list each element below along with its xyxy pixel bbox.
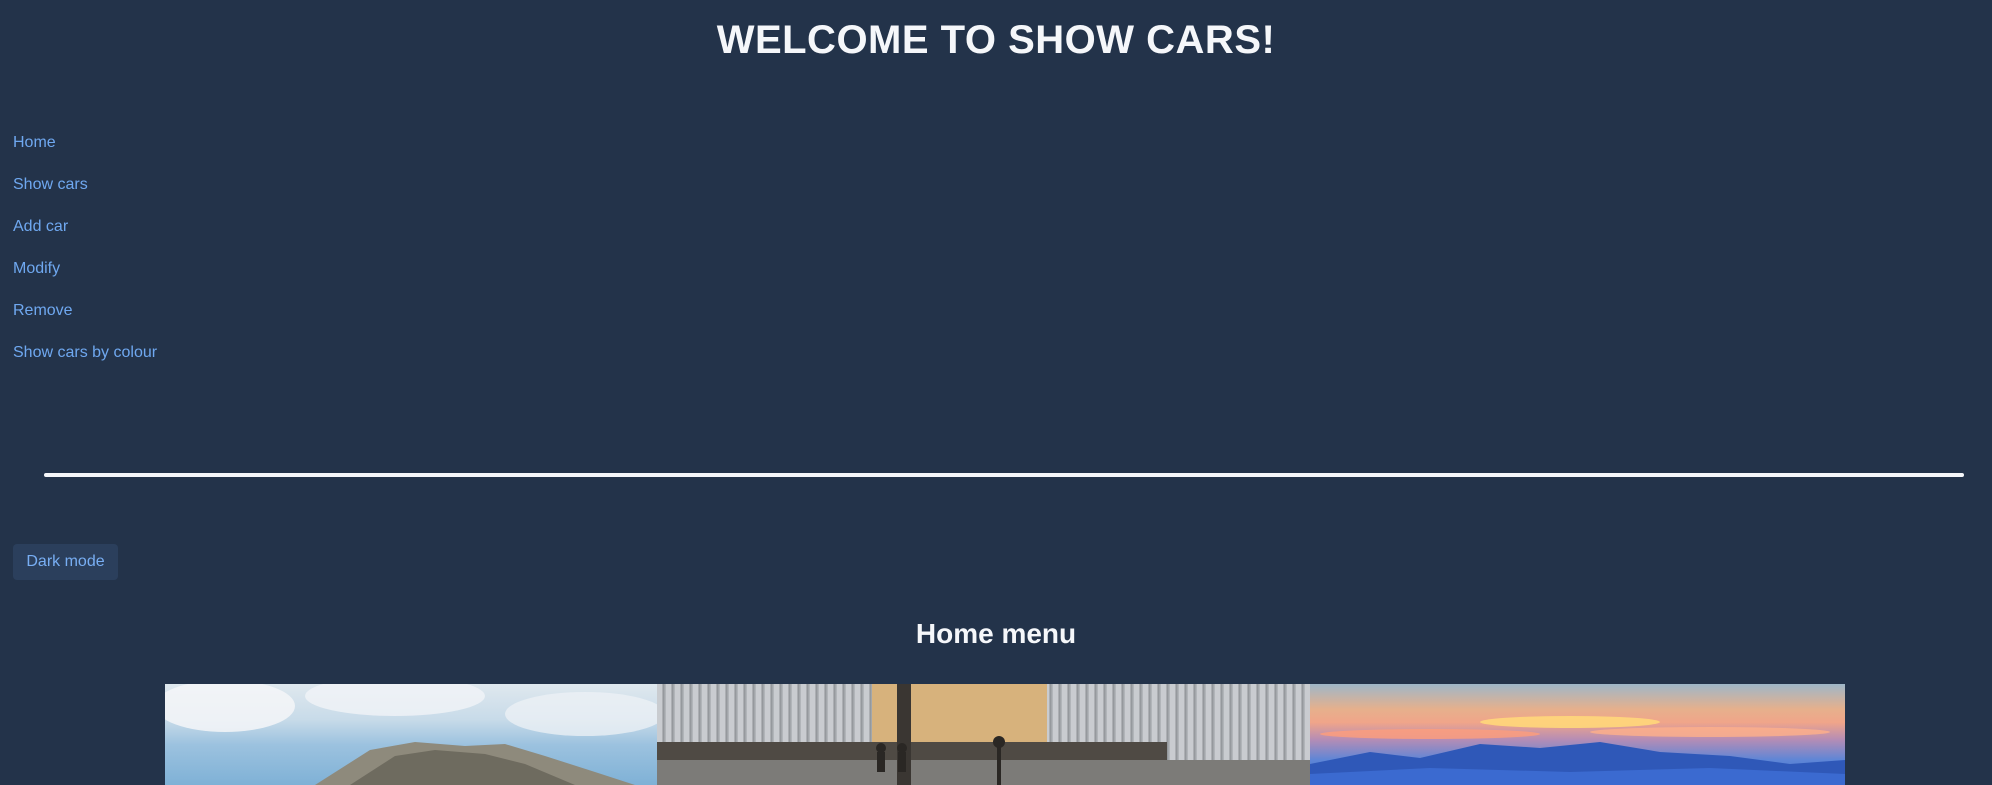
- nav-item-remove: Remove: [13, 298, 157, 340]
- building-image: [657, 684, 1310, 785]
- nav-item-show-cars: Show cars: [13, 172, 157, 214]
- dark-mode-button[interactable]: Dark mode: [13, 544, 118, 580]
- gallery-image-building: [657, 684, 1310, 785]
- nav-link-modify[interactable]: Modify: [13, 260, 60, 277]
- nav-item-add-car: Add car: [13, 214, 157, 256]
- page: WELCOME TO SHOW CARS! Home Show cars Add…: [0, 0, 1992, 785]
- gallery-image-mountain: [165, 684, 657, 785]
- mountain-image: [165, 684, 657, 785]
- sunset-image: [1310, 716, 1845, 785]
- site-title: WELCOME TO SHOW CARS!: [716, 18, 1276, 62]
- nav-item-modify: Modify: [13, 256, 157, 298]
- nav-link-add-car[interactable]: Add car: [13, 218, 68, 235]
- nav-item-show-cars-by-colour: Show cars by colour: [13, 340, 157, 382]
- nav-link-show-cars-by-colour[interactable]: Show cars by colour: [13, 344, 157, 361]
- nav-link-home[interactable]: Home: [13, 134, 56, 151]
- nav-link-show-cars[interactable]: Show cars: [13, 176, 88, 193]
- main-nav: Home Show cars Add car Modify Remove Sho…: [13, 130, 157, 382]
- home-menu-heading: Home menu: [915, 618, 1077, 649]
- section-divider: [44, 473, 1964, 477]
- nav-item-home: Home: [13, 130, 157, 172]
- gallery-image-sunset: [1310, 684, 1845, 785]
- image-gallery: [165, 684, 1845, 785]
- nav-link-remove[interactable]: Remove: [13, 302, 73, 319]
